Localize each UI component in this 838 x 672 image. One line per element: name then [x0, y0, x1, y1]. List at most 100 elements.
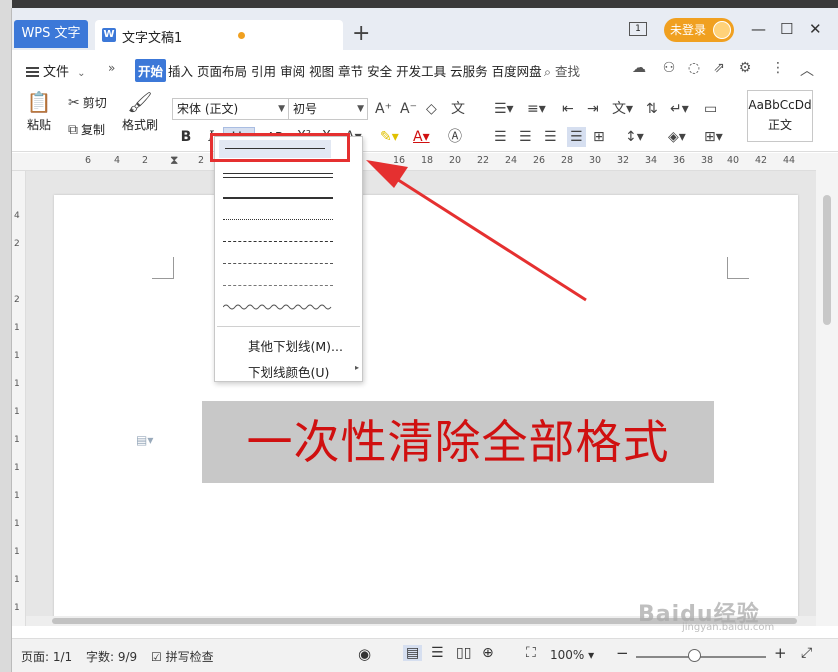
zoom-in-button[interactable]: + [774, 644, 787, 662]
underline-dash-dot-dot-option[interactable] [223, 278, 333, 292]
maximize-button[interactable]: ☐ [780, 20, 793, 38]
chinese-layout-icon[interactable]: 文▾ [612, 99, 633, 119]
more-icon[interactable]: ⋮ [769, 60, 787, 78]
zoom-slider-knob[interactable] [688, 649, 701, 662]
reading-view-icon[interactable]: ▯▯ [456, 645, 471, 661]
fullscreen-icon[interactable]: ⤢ [801, 645, 812, 661]
underline-double-option[interactable] [223, 169, 333, 183]
align-center-icon[interactable]: ☰ [519, 127, 532, 147]
font-name-select[interactable]: 宋体 (正文) ▼ [172, 98, 289, 120]
fit-page-icon[interactable]: ⛶ [526, 645, 536, 661]
cut-button[interactable]: ✂ 剪切 [68, 94, 107, 111]
number-list-icon[interactable]: ≡▾ [527, 99, 546, 119]
comment-icon[interactable]: ◌ [685, 60, 703, 78]
close-button[interactable]: ✕ [809, 20, 822, 38]
table-tools-icon[interactable]: ▭ [704, 99, 717, 119]
font-color-icon[interactable]: A▾ [413, 127, 430, 147]
tab-view[interactable]: 视图 [307, 59, 336, 82]
paste-button[interactable]: 📋 粘贴 [22, 90, 56, 133]
horizontal-ruler[interactable]: 6 4 2 ⧗ 2 16 18 20 22 24 26 28 30 32 34 … [12, 153, 816, 171]
tab-references[interactable]: 引用 [249, 59, 278, 82]
underline-thick-option[interactable] [223, 190, 333, 204]
tab-security[interactable]: 安全 [365, 59, 394, 82]
pinyin-icon[interactable]: 文 [451, 99, 465, 119]
more-underlines-option[interactable]: 其他下划线(M)... [248, 336, 343, 355]
search-button[interactable]: ⌕ 查找 [544, 61, 580, 80]
zoom-out-button[interactable]: − [616, 644, 629, 662]
zoom-level[interactable]: 100% ▾ [550, 648, 594, 662]
show-hide-icon[interactable]: ↵▾ [670, 99, 689, 119]
vruler-tick: 1 [14, 435, 20, 445]
line-spacing-icon[interactable]: ↕▾ [625, 127, 644, 147]
tab-cloud-service[interactable]: 云服务 [448, 59, 490, 82]
indent-marker-icon[interactable]: ⧗ [170, 153, 178, 168]
page-count-badge[interactable]: 1 [629, 22, 647, 36]
ruler-tick: 44 [783, 155, 796, 166]
font-size-select[interactable]: 初号 ▼ [288, 98, 368, 120]
highlight-color-icon[interactable]: ✎▾ [380, 127, 399, 147]
align-left-icon[interactable]: ☰ [494, 127, 507, 147]
format-painter-button[interactable]: 🖌 格式刷 [119, 90, 161, 133]
vruler-tick: 1 [14, 603, 20, 613]
new-tab-button[interactable]: + [352, 21, 370, 46]
tab-developer[interactable]: 开发工具 [394, 59, 448, 82]
char-border-icon[interactable]: Ⓐ [448, 127, 462, 147]
shading-icon[interactable]: ◈▾ [668, 127, 686, 147]
tab-home[interactable]: 开始 [135, 59, 167, 82]
brush-icon: 🖌 [127, 90, 153, 114]
document-area[interactable]: ▤▾ 一次性清除全部格式 [26, 171, 816, 626]
align-right-icon[interactable]: ☰ [544, 127, 557, 147]
paragraph-handle-icon[interactable]: ▤▾ [136, 433, 153, 447]
gear-icon[interactable]: ⚙ [736, 60, 754, 78]
web-view-icon[interactable]: ⊕ [482, 645, 494, 661]
shrink-font-icon[interactable]: A⁻ [400, 99, 417, 119]
ruler-tick: 30 [589, 155, 602, 166]
outline-view-icon[interactable]: ☰ [431, 645, 444, 661]
underline-dash-dot-option[interactable] [223, 256, 333, 270]
justify-icon[interactable]: ☰ [567, 127, 586, 147]
eye-protection-icon[interactable]: ◉ [358, 645, 371, 663]
underline-color-option[interactable]: 下划线颜色(U) [248, 362, 329, 381]
cloud-sync-icon[interactable]: ☁ [630, 60, 648, 78]
page-indicator[interactable]: 页面: 1/1 [21, 648, 72, 665]
ruler-tick: 6 [85, 155, 92, 166]
tab-review[interactable]: 审阅 [278, 59, 307, 82]
tab-section[interactable]: 章节 [336, 59, 365, 82]
file-menu-button[interactable]: 文件 ⌄ [26, 61, 86, 80]
document-tab[interactable]: W 文字文稿1 [95, 20, 343, 50]
underline-dotted-option[interactable] [223, 212, 333, 226]
wps-app-tab[interactable]: WPS 文字 [14, 20, 88, 48]
font-size-value: 初号 [293, 102, 318, 116]
tab-page-layout[interactable]: 页面布局 [195, 59, 249, 82]
bold-button[interactable]: B [177, 127, 195, 147]
copy-button[interactable]: ⧉ 复制 [68, 121, 105, 138]
increase-indent-icon[interactable]: ⇥ [587, 99, 599, 119]
document-page[interactable]: ▤▾ 一次性清除全部格式 [54, 195, 798, 626]
eraser-icon[interactable]: ◇ [426, 99, 437, 119]
grow-font-icon[interactable]: A⁺ [375, 99, 392, 119]
word-count[interactable]: 字数: 9/9 [86, 648, 137, 665]
menu-expand-icon[interactable]: » [108, 61, 115, 75]
share-icon[interactable]: ⇗ [710, 60, 728, 78]
underline-wave-option[interactable] [223, 299, 333, 313]
tab-insert[interactable]: 插入 [166, 59, 195, 82]
underline-dashed-option[interactable] [223, 234, 333, 248]
collapse-ribbon-icon[interactable]: ︿ [798, 60, 816, 79]
vertical-ruler[interactable]: 4 2 2 1 1 1 1 1 1 1 1 1 1 1 [12, 171, 26, 626]
page-view-icon[interactable]: ▤ [403, 645, 423, 661]
login-button[interactable]: 未登录 [664, 18, 734, 42]
border-icon[interactable]: ⊞▾ [704, 127, 723, 147]
zoom-slider[interactable] [636, 656, 766, 658]
scrollbar-thumb[interactable] [823, 195, 831, 325]
style-normal-button[interactable]: AaBbCcDd 正文 [747, 90, 813, 142]
distributed-align-icon[interactable]: ⊞ [593, 127, 605, 147]
minimize-button[interactable]: — [751, 20, 766, 38]
decrease-indent-icon[interactable]: ⇤ [562, 99, 574, 119]
tab-baidu-netdisk[interactable]: 百度网盘 [490, 59, 544, 82]
collaborate-icon[interactable]: ⚇ [660, 60, 678, 78]
document-text-selection[interactable]: 一次性清除全部格式 [202, 401, 714, 483]
spellcheck-toggle[interactable]: ☑ 拼写检查 [151, 648, 214, 665]
vertical-scrollbar[interactable] [816, 153, 838, 626]
sort-icon[interactable]: ⇅ [646, 99, 658, 119]
bullet-list-icon[interactable]: ☰▾ [494, 99, 514, 119]
